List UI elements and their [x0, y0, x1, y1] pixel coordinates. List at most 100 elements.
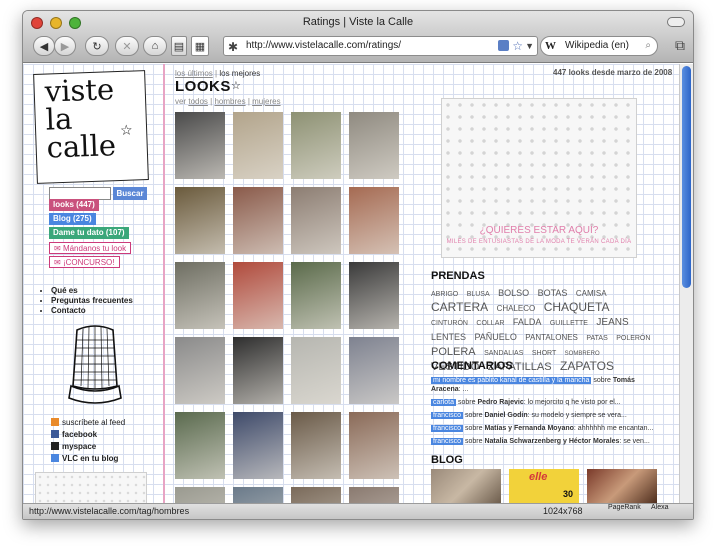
look-thumbnail[interactable]: [291, 112, 341, 179]
sidebar-button-0[interactable]: looks (447): [49, 199, 99, 211]
tag-link[interactable]: BOTAS: [538, 288, 568, 298]
tag-link[interactable]: COLLAR: [476, 320, 504, 327]
comment-post-link[interactable]: Matías y Fernanda Moyano: [484, 425, 573, 432]
tag-link[interactable]: ZAPATOS: [560, 359, 614, 373]
status-url: http://www.vistelacalle.com/tag/hombres: [29, 506, 190, 516]
site-logo[interactable]: viste la calle ☆: [33, 70, 149, 184]
tag-link[interactable]: SOMBRERO: [565, 351, 600, 357]
page-icon[interactable]: ▤: [171, 36, 187, 56]
tag-link[interactable]: GUILLETTE: [550, 320, 588, 327]
sidebar-button-label: Blog (275): [53, 214, 92, 223]
back-button[interactable]: ◀: [33, 36, 55, 56]
link-que-es[interactable]: Qué es: [51, 286, 133, 296]
comment-user[interactable]: carlota: [431, 399, 457, 406]
tag-link[interactable]: FALDA: [513, 317, 542, 327]
vertical-scrollbar[interactable]: [679, 64, 693, 505]
search-button[interactable]: Buscar: [113, 187, 147, 200]
look-thumbnail[interactable]: [175, 262, 225, 329]
look-thumbnail[interactable]: [349, 187, 399, 254]
look-thumbnail[interactable]: [175, 412, 225, 479]
facebook-link[interactable]: facebook: [51, 430, 97, 440]
look-thumbnail[interactable]: [233, 262, 283, 329]
window-title: Ratings | Viste la Calle: [302, 16, 414, 28]
toolbar-toggle-icon[interactable]: [667, 17, 685, 27]
qr-icon[interactable]: ▦: [191, 36, 209, 56]
look-thumbnail[interactable]: [233, 112, 283, 179]
tag-link[interactable]: CINTURÓN: [431, 320, 468, 327]
filter-todos[interactable]: todos: [188, 97, 208, 106]
tag-link[interactable]: CARTERA: [431, 300, 488, 314]
tag-link[interactable]: ABRIGO: [431, 291, 458, 298]
comment-sobre: sobre: [464, 425, 483, 432]
blog-widget-link[interactable]: VLC en tu blog: [51, 454, 118, 464]
look-thumbnail[interactable]: [349, 337, 399, 404]
comment-user[interactable]: mi nombre es pablito kanal de castilla y…: [431, 377, 592, 384]
reload-button[interactable]: ↻: [85, 36, 109, 56]
stop-button[interactable]: ✕: [115, 36, 139, 56]
scroll-thumb[interactable]: [682, 66, 691, 288]
tag-link[interactable]: POLERÓN: [616, 335, 650, 342]
rss-icon[interactable]: [498, 40, 509, 51]
look-thumbnail[interactable]: [291, 412, 341, 479]
chevron-down-icon[interactable]: ▼: [525, 37, 534, 55]
crumb-recent[interactable]: los últimos: [175, 69, 213, 78]
look-thumbnail[interactable]: [233, 187, 283, 254]
look-thumbnail[interactable]: [233, 337, 283, 404]
comment-post-link[interactable]: Natalia Schwarzenberg y Héctor Morales: [484, 438, 619, 445]
sidebar-button-1[interactable]: Blog (275): [49, 213, 96, 225]
address-bar[interactable]: ✱ http://www.vistelacalle.com/ratings/ ☆…: [223, 36, 538, 56]
home-button[interactable]: ⌂: [143, 36, 167, 56]
feed-link[interactable]: suscríbete al feed: [51, 418, 125, 428]
tag-link[interactable]: BLUSA: [467, 291, 490, 298]
tag-link[interactable]: PAÑUELO: [474, 332, 516, 342]
advertise-banner[interactable]: ¿QUIERES ESTAR AQUÍ? MILES DE ENTUSIASTA…: [441, 98, 637, 258]
sidebar-button-2[interactable]: Dame tu dato (107): [49, 227, 129, 239]
link-contacto[interactable]: Contacto: [51, 306, 133, 316]
sidebar-ad[interactable]: [35, 472, 147, 505]
blog-thumb-2[interactable]: elle 30: [509, 469, 579, 505]
filter-mujeres[interactable]: mujeres: [252, 97, 280, 106]
forward-button[interactable]: ▶: [54, 36, 76, 56]
tag-link[interactable]: BOLSO: [498, 288, 529, 298]
tag-link[interactable]: PATAS: [586, 335, 607, 342]
new-tab-icon[interactable]: ⧉: [675, 37, 685, 54]
look-thumbnail[interactable]: [349, 412, 399, 479]
myspace-link[interactable]: myspace: [51, 442, 96, 452]
blog-thumb-3[interactable]: [587, 469, 657, 505]
look-thumbnail[interactable]: [349, 262, 399, 329]
link-preguntas[interactable]: Preguntas frecuentes: [51, 296, 133, 306]
look-thumbnail[interactable]: [291, 337, 341, 404]
tag-link[interactable]: CHALECO: [497, 304, 536, 313]
comment-sobre: sobre: [457, 399, 476, 406]
sidebar-button-3[interactable]: ✉ Mándanos tu look: [49, 242, 132, 254]
look-thumbnail[interactable]: [291, 262, 341, 329]
search-icon[interactable]: ⌕: [645, 37, 651, 55]
look-thumbnail[interactable]: [175, 337, 225, 404]
comment-user[interactable]: francisco: [431, 425, 464, 432]
tag-link[interactable]: JEANS: [596, 317, 628, 328]
tag-link[interactable]: CHAQUETA: [544, 300, 610, 314]
comment-user[interactable]: francisco: [431, 438, 464, 445]
tag-link[interactable]: CAMISA: [576, 289, 607, 298]
comment-post-link[interactable]: Pedro Rajevic: [477, 399, 523, 406]
page-content: viste la calle ☆ Buscar looks (447) Blog …: [23, 64, 681, 505]
sidebar-button-4[interactable]: ✉ ¡CONCURSO!: [49, 256, 120, 268]
status-resolution: 1024x768: [543, 506, 583, 516]
comment-post-link[interactable]: Daniel Godin: [484, 412, 527, 419]
filter-hombres[interactable]: hombres: [214, 97, 245, 106]
look-thumbnail[interactable]: [233, 412, 283, 479]
tag-link[interactable]: POLERA: [431, 346, 476, 358]
bookmark-star-icon[interactable]: ☆: [512, 37, 523, 55]
look-thumbnail[interactable]: [175, 112, 225, 179]
blog-thumb-1[interactable]: [431, 469, 501, 505]
prendas-title: PRENDAS: [431, 270, 485, 282]
look-thumbnail[interactable]: [349, 112, 399, 179]
tag-link[interactable]: SHORT: [532, 350, 556, 357]
tag-link[interactable]: SANDALIAS: [484, 350, 523, 357]
look-thumbnail[interactable]: [175, 187, 225, 254]
tag-link[interactable]: LENTES: [431, 332, 466, 342]
comment-user[interactable]: francisco: [431, 412, 464, 419]
tag-link[interactable]: PANTALONES: [525, 333, 578, 342]
look-thumbnail[interactable]: [291, 187, 341, 254]
search-engine-bar[interactable]: W Wikipedia (en) ⌕: [540, 36, 658, 56]
